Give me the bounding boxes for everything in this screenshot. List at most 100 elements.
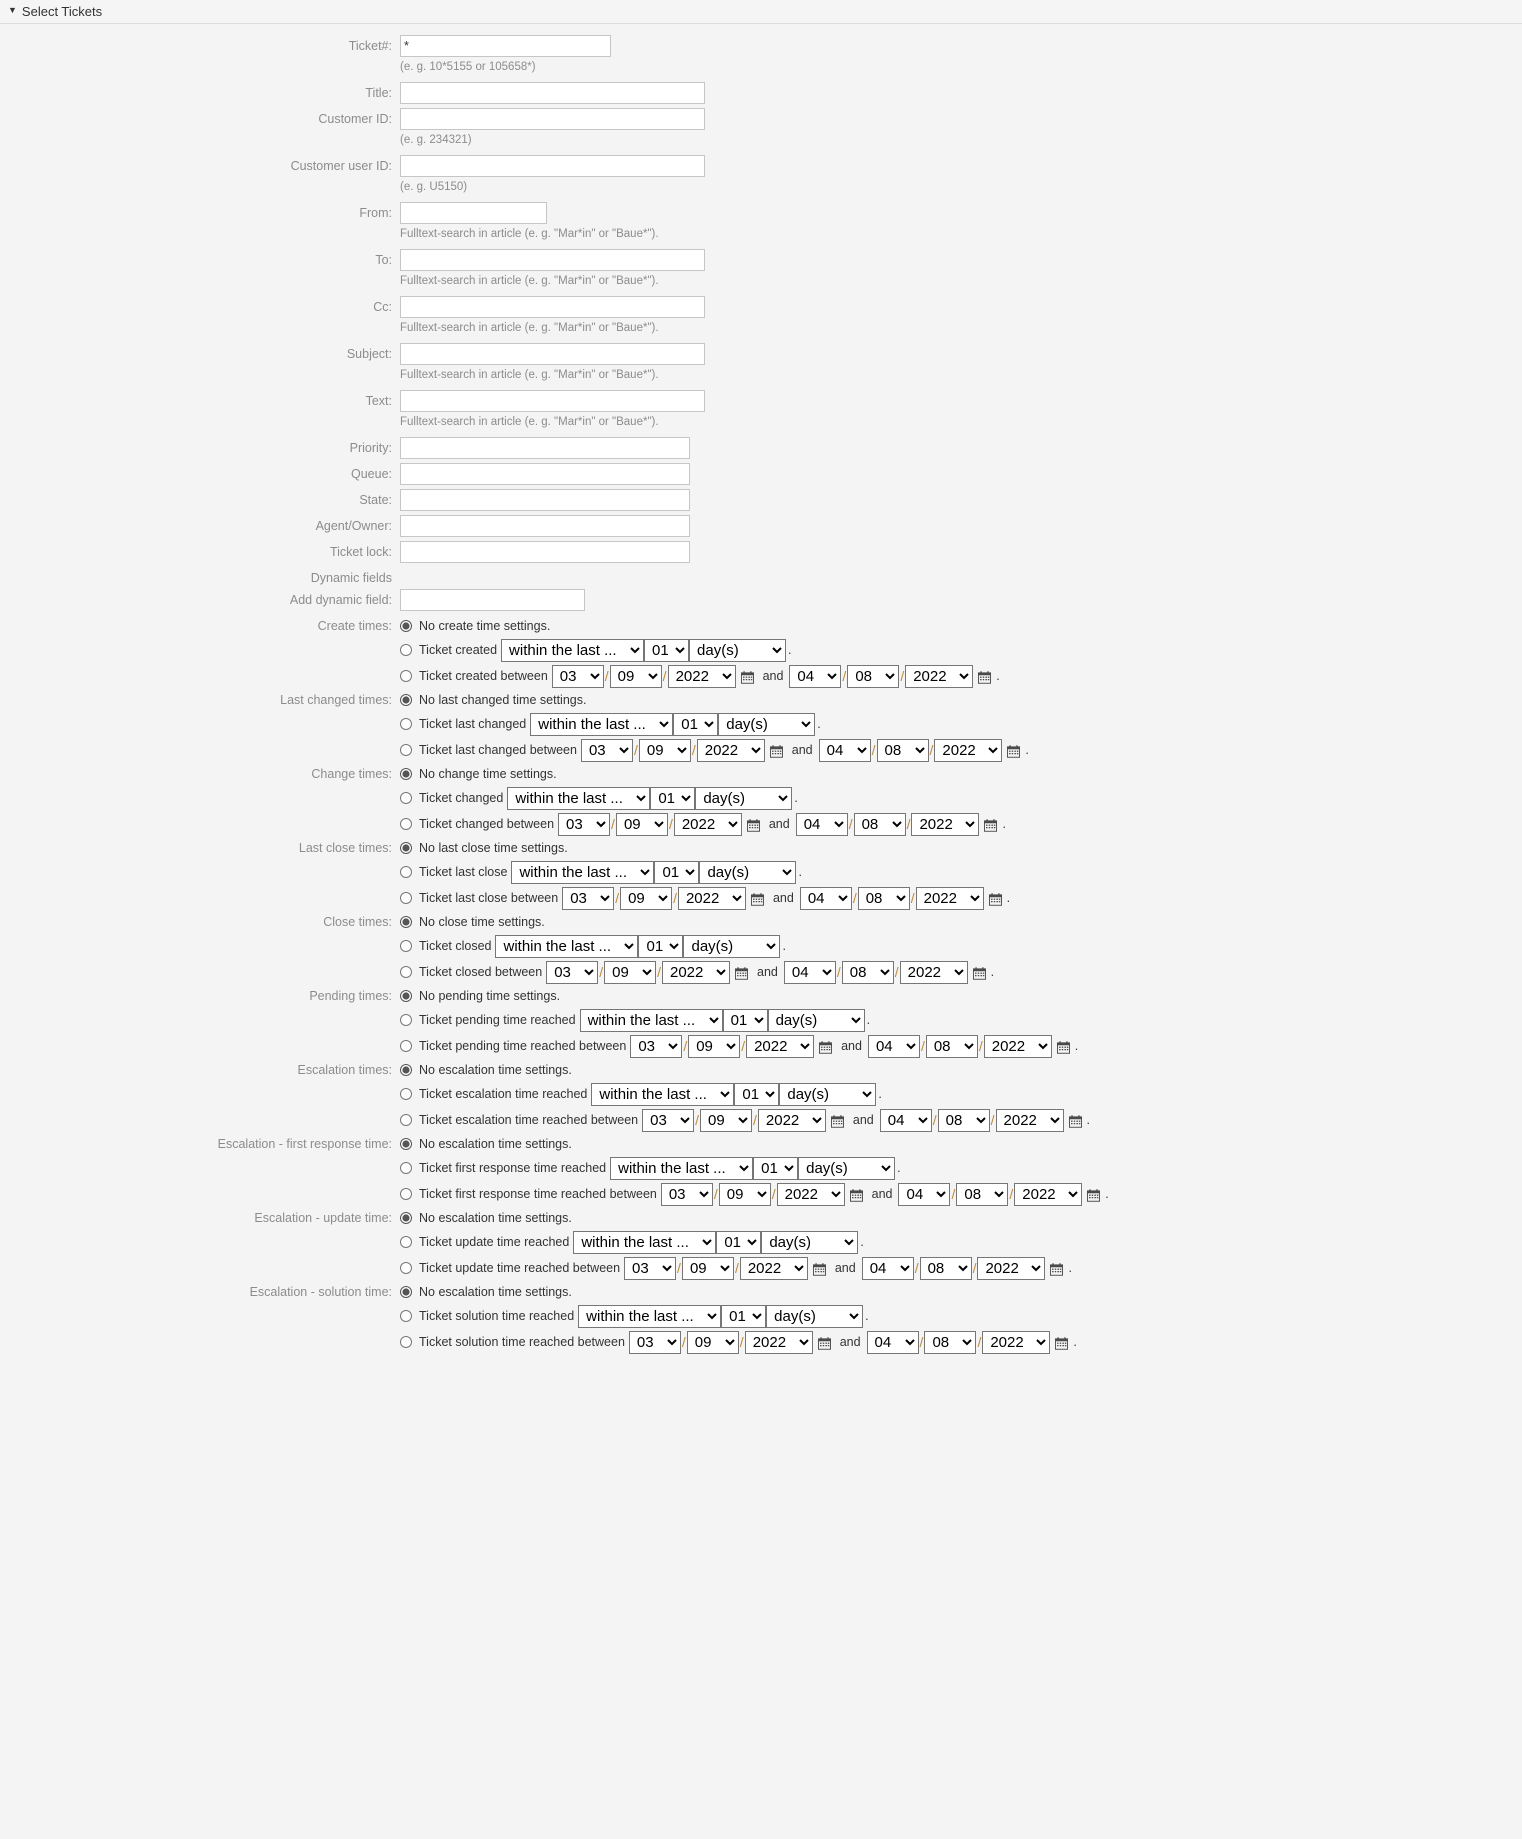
start-year-select[interactable]: 20202021202220232024 xyxy=(677,886,746,910)
calendar-icon[interactable] xyxy=(849,1188,863,1202)
end-day-select[interactable]: 0102030405060708091011121314151617181920… xyxy=(876,738,929,762)
calendar-icon[interactable] xyxy=(972,966,986,980)
time-option-none-radio[interactable] xyxy=(400,694,412,706)
time-amount-select[interactable]: 01020304050607080910 xyxy=(716,1230,762,1254)
time-option-between-radio[interactable] xyxy=(400,744,412,756)
end-year-select[interactable]: 20202021202220232024 xyxy=(995,1108,1064,1132)
time-option-between-radio[interactable] xyxy=(400,1336,412,1348)
end-month-select[interactable]: 010203040506070809101112 xyxy=(866,1330,919,1354)
time-option-none-radio[interactable] xyxy=(400,1064,412,1076)
calendar-icon[interactable] xyxy=(750,892,764,906)
time-option-none-radio[interactable] xyxy=(400,842,412,854)
time-amount-select[interactable]: 01020304050607080910 xyxy=(734,1082,780,1106)
time-unit-select[interactable]: minute(s)hour(s)day(s)week(s)month(s)yea… xyxy=(798,1156,896,1180)
time-option-relative[interactable]: Ticket created within the last ...within… xyxy=(400,637,1522,663)
start-month-select[interactable]: 010203040506070809101112 xyxy=(580,738,633,762)
end-month-select[interactable]: 010203040506070809101112 xyxy=(867,1034,920,1058)
calendar-icon[interactable] xyxy=(812,1262,826,1276)
end-month-select[interactable]: 010203040506070809101112 xyxy=(783,960,836,984)
time-option-relative[interactable]: Ticket escalation time reached within th… xyxy=(400,1081,1522,1107)
ticket-number-input[interactable] xyxy=(400,35,611,57)
time-option-none[interactable]: No escalation time settings. xyxy=(400,1207,1522,1229)
start-year-select[interactable]: 20202021202220232024 xyxy=(673,812,742,836)
customer-user-id-input[interactable] xyxy=(400,155,705,177)
time-unit-select[interactable]: minute(s)hour(s)day(s)week(s)month(s)yea… xyxy=(766,1304,864,1328)
start-year-select[interactable]: 20202021202220232024 xyxy=(667,664,736,688)
start-month-select[interactable]: 010203040506070809101112 xyxy=(630,1034,683,1058)
time-unit-select[interactable]: minute(s)hour(s)day(s)week(s)month(s)yea… xyxy=(761,1230,859,1254)
end-year-select[interactable]: 20202021202220232024 xyxy=(911,812,980,836)
time-option-between-radio[interactable] xyxy=(400,818,412,830)
time-range-select[interactable]: within the last ...within the next ...mo… xyxy=(573,1230,717,1254)
time-amount-select[interactable]: 01020304050607080910 xyxy=(654,860,700,884)
time-option-relative[interactable]: Ticket last changed within the last ...w… xyxy=(400,711,1522,737)
time-option-none[interactable]: No last changed time settings. xyxy=(400,689,1522,711)
time-option-relative-radio[interactable] xyxy=(400,1162,412,1174)
time-option-none[interactable]: No escalation time settings. xyxy=(400,1133,1522,1155)
start-day-select[interactable]: 0102030405060708091011121314151617181920… xyxy=(681,1256,734,1280)
time-range-select[interactable]: within the last ...within the next ...mo… xyxy=(530,712,674,736)
state-input[interactable] xyxy=(400,489,690,511)
start-day-select[interactable]: 0102030405060708091011121314151617181920… xyxy=(700,1108,752,1132)
time-option-none[interactable]: No last close time settings. xyxy=(400,837,1522,859)
start-year-select[interactable]: 20202021202220232024 xyxy=(757,1108,826,1132)
end-day-select[interactable]: 0102030405060708091011121314151617181920… xyxy=(847,664,900,688)
time-option-relative-radio[interactable] xyxy=(400,940,412,952)
time-option-relative[interactable]: Ticket update time reached within the la… xyxy=(400,1229,1522,1255)
time-option-relative-radio[interactable] xyxy=(400,1088,412,1100)
calendar-icon[interactable] xyxy=(1087,1188,1101,1202)
time-option-relative-radio[interactable] xyxy=(400,792,412,804)
time-amount-select[interactable]: 01020304050607080910 xyxy=(650,786,696,810)
time-unit-select[interactable]: minute(s)hour(s)day(s)week(s)month(s)yea… xyxy=(767,1008,865,1032)
time-option-relative-radio[interactable] xyxy=(400,1014,412,1026)
time-range-select[interactable]: within the last ...within the next ...mo… xyxy=(507,786,651,810)
calendar-icon[interactable] xyxy=(988,892,1002,906)
time-option-none-radio[interactable] xyxy=(400,1286,412,1298)
end-month-select[interactable]: 010203040506070809101112 xyxy=(879,1108,932,1132)
time-option-none[interactable]: No escalation time settings. xyxy=(400,1059,1522,1081)
start-day-select[interactable]: 0102030405060708091011121314151617181920… xyxy=(638,738,691,762)
calendar-icon[interactable] xyxy=(1050,1262,1064,1276)
time-option-none[interactable]: No change time settings. xyxy=(400,763,1522,785)
priority-input[interactable] xyxy=(400,437,690,459)
time-option-between[interactable]: Ticket last close between 01020304050607… xyxy=(400,885,1522,911)
time-option-between[interactable]: Ticket solution time reached between 010… xyxy=(400,1329,1522,1355)
end-day-select[interactable]: 0102030405060708091011121314151617181920… xyxy=(956,1182,1009,1206)
agent-owner-input[interactable] xyxy=(400,515,690,537)
time-unit-select[interactable]: minute(s)hour(s)day(s)week(s)month(s)yea… xyxy=(695,786,793,810)
subject-input[interactable] xyxy=(400,343,705,365)
end-year-select[interactable]: 20202021202220232024 xyxy=(1014,1182,1083,1206)
end-month-select[interactable]: 010203040506070809101112 xyxy=(789,664,842,688)
time-option-none-radio[interactable] xyxy=(400,916,412,928)
end-day-select[interactable]: 0102030405060708091011121314151617181920… xyxy=(857,886,910,910)
time-amount-select[interactable]: 01020304050607080910 xyxy=(753,1156,799,1180)
end-month-select[interactable]: 010203040506070809101112 xyxy=(799,886,852,910)
time-unit-select[interactable]: minute(s)hour(s)day(s)week(s)month(s)yea… xyxy=(683,934,781,958)
time-range-select[interactable]: within the last ...within the next ...mo… xyxy=(495,934,639,958)
start-day-select[interactable]: 0102030405060708091011121314151617181920… xyxy=(686,1330,739,1354)
add-dynamic-field-input[interactable] xyxy=(400,589,585,611)
start-month-select[interactable]: 010203040506070809101112 xyxy=(628,1330,681,1354)
time-range-select[interactable]: within the last ...within the next ...mo… xyxy=(610,1156,754,1180)
start-day-select[interactable]: 0102030405060708091011121314151617181920… xyxy=(688,1034,741,1058)
end-month-select[interactable]: 010203040506070809101112 xyxy=(818,738,871,762)
time-amount-select[interactable]: 01020304050607080910 xyxy=(673,712,719,736)
calendar-icon[interactable] xyxy=(830,1114,844,1128)
calendar-icon[interactable] xyxy=(819,1040,833,1054)
start-month-select[interactable]: 010203040506070809101112 xyxy=(551,664,604,688)
time-range-select[interactable]: within the last ...within the next ...mo… xyxy=(591,1082,735,1106)
title-input[interactable] xyxy=(400,82,705,104)
time-unit-select[interactable]: minute(s)hour(s)day(s)week(s)month(s)yea… xyxy=(718,712,816,736)
time-amount-select[interactable]: 01020304050607080910 xyxy=(644,638,690,662)
customer-id-input[interactable] xyxy=(400,108,705,130)
time-unit-select[interactable]: minute(s)hour(s)day(s)week(s)month(s)yea… xyxy=(689,638,787,662)
queue-input[interactable] xyxy=(400,463,690,485)
start-day-select[interactable]: 0102030405060708091011121314151617181920… xyxy=(620,886,673,910)
time-range-select[interactable]: within the last ...within the next ...mo… xyxy=(501,638,645,662)
time-option-between[interactable]: Ticket pending time reached between 0102… xyxy=(400,1033,1522,1059)
end-day-select[interactable]: 0102030405060708091011121314151617181920… xyxy=(924,1330,977,1354)
end-year-select[interactable]: 20202021202220232024 xyxy=(982,1330,1051,1354)
start-day-select[interactable]: 0102030405060708091011121314151617181920… xyxy=(604,960,657,984)
time-option-relative[interactable]: Ticket first response time reached withi… xyxy=(400,1155,1522,1181)
time-option-between-radio[interactable] xyxy=(400,1262,412,1274)
